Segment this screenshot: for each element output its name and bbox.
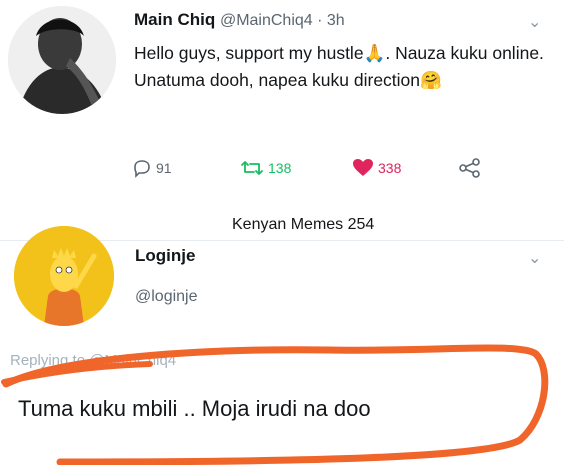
share-icon (459, 158, 480, 178)
reply-author-name[interactable]: Loginje (135, 246, 195, 266)
replying-to-text: Replying to @MainChiq4 (10, 352, 177, 369)
share-button[interactable] (458, 158, 482, 178)
avatar-loginje[interactable] (14, 226, 114, 326)
tweet-handle-time: @MainChiq4 · 3h (219, 12, 345, 29)
reply-icon (134, 160, 150, 178)
retweet-count: 138 (268, 160, 292, 176)
tweet-text: Hello guys, support my hustle🙏. Nauza ku… (134, 43, 544, 90)
chevron-down-icon[interactable]: ⌄ (528, 12, 541, 32)
chevron-down-icon[interactable]: ⌄ (528, 248, 541, 268)
reply-button[interactable]: 91 (132, 158, 172, 178)
tweet-author-name[interactable]: Main Chiq @MainChiq4 · 3h (134, 10, 345, 30)
like-button[interactable]: 338 (352, 158, 401, 178)
heart-icon (353, 159, 373, 176)
avatar-photo (8, 6, 116, 114)
reply-author-handle[interactable]: @loginje (135, 288, 198, 306)
reply-count: 91 (156, 160, 172, 176)
retweet-button[interactable]: 138 (240, 158, 291, 178)
watermark-text: Kenyan Memes 254 (232, 216, 375, 233)
like-count: 338 (378, 160, 402, 176)
author-name-text: Main Chiq (134, 10, 216, 29)
retweet-icon (241, 161, 263, 175)
avatar-cartoon (14, 226, 114, 326)
avatar-main-chiq[interactable] (8, 6, 116, 114)
reply-text: Tuma kuku mbili .. Moja irudi na doo (18, 396, 371, 421)
